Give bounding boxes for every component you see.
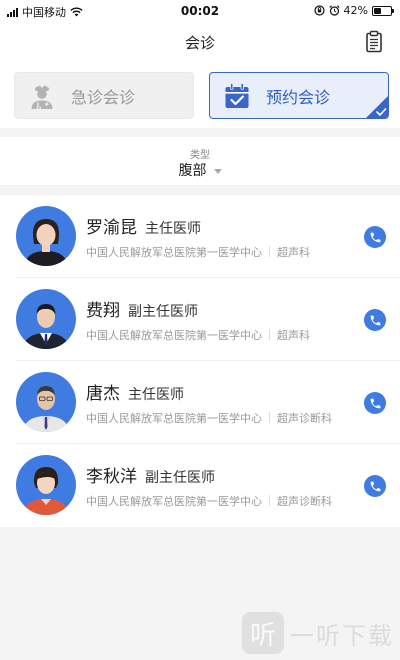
doctor-name-line: 李秋洋 副主任医师: [86, 462, 215, 487]
consult-tabs: 急诊会诊 预约会诊: [0, 62, 400, 128]
watermark-text: 一听下载: [290, 621, 394, 650]
doctor-name: 李秋洋: [86, 467, 137, 487]
call-button[interactable]: [364, 309, 386, 331]
phone-icon: [370, 232, 380, 242]
divider: [269, 412, 270, 423]
avatar: [16, 289, 76, 349]
doctor-row[interactable]: 罗渝昆 主任医师 中国人民解放军总医院第一医学中心 超声科: [16, 195, 400, 278]
doctor-row[interactable]: 唐杰 主任医师 中国人民解放军总医院第一医学中心 超声诊断科: [16, 361, 400, 444]
records-button[interactable]: [360, 28, 388, 56]
doctor-avatar-icon: [24, 219, 68, 266]
phone-icon: [370, 315, 380, 325]
tab-emergency-label: 急诊会诊: [71, 87, 136, 107]
avatar: [16, 455, 76, 515]
status-bar: 中国移动 00:02 42%: [0, 0, 400, 22]
divider: [269, 329, 270, 340]
filter-label: 类型: [190, 150, 210, 161]
tab-emergency-consult[interactable]: 急诊会诊: [14, 72, 194, 119]
doctor-title: 主任医师: [128, 387, 184, 403]
doctor-name-line: 唐杰 主任医师: [86, 379, 184, 404]
phone-icon: [370, 398, 380, 408]
avatar: [16, 372, 76, 432]
doctor-row[interactable]: 李秋洋 副主任医师 中国人民解放军总医院第一医学中心 超声诊断科: [16, 444, 400, 527]
doctor-avatar-icon: [22, 304, 70, 349]
doctor-list: 罗渝昆 主任医师 中国人民解放军总医院第一医学中心 超声科 费翔 副主任医师 中国人民…: [0, 195, 400, 527]
call-button[interactable]: [364, 392, 386, 414]
doctor-row[interactable]: 费翔 副主任医师 中国人民解放军总医院第一医学中心 超声科: [16, 278, 400, 361]
doctor-affiliation: 中国人民解放军总医院第一医学中心 超声科: [86, 244, 310, 260]
doctor-name: 罗渝昆: [86, 218, 137, 238]
doctor-department: 超声科: [277, 246, 310, 259]
doctor-name-line: 罗渝昆 主任医师: [86, 213, 201, 238]
doctor-hospital: 中国人民解放军总医院第一医学中心: [86, 246, 262, 259]
doctor-icon: [31, 84, 53, 110]
doctor-title: 副主任医师: [128, 304, 198, 320]
clipboard-icon: [366, 30, 382, 53]
doctor-name-line: 费翔 副主任医师: [86, 296, 198, 321]
doctor-title: 副主任医师: [145, 470, 215, 486]
filter-value: 腹部: [178, 163, 207, 179]
doctor-hospital: 中国人民解放军总医院第一医学中心: [86, 412, 262, 425]
doctor-title: 主任医师: [145, 221, 201, 237]
doctor-affiliation: 中国人民解放军总医院第一医学中心 超声诊断科: [86, 493, 332, 509]
doctor-avatar-icon: [22, 386, 70, 432]
doctor-avatar-icon: [22, 467, 70, 515]
battery-icon: [372, 5, 394, 16]
status-right: 42%: [313, 4, 394, 17]
selected-check-icon: [366, 96, 388, 118]
watermark: 听 一听下载: [242, 612, 394, 654]
type-filter[interactable]: 类型 腹部: [0, 137, 400, 185]
avatar: [16, 206, 76, 266]
doctor-hospital: 中国人民解放军总医院第一医学中心: [86, 329, 262, 342]
doctor-department: 超声科: [277, 329, 310, 342]
alarm-icon: [328, 5, 340, 16]
divider: [269, 246, 270, 257]
tab-appointment-consult[interactable]: 预约会诊: [209, 72, 389, 119]
battery-percent: 42%: [343, 4, 368, 17]
nav-bar: 会诊: [0, 22, 400, 62]
chevron-down-icon: [213, 168, 222, 174]
page-title: 会诊: [184, 34, 215, 52]
filter-value-wrap: 腹部: [0, 160, 400, 180]
divider: [269, 495, 270, 506]
doctor-department: 超声诊断科: [277, 495, 332, 508]
orientation-lock-icon: [313, 5, 325, 16]
doctor-affiliation: 中国人民解放军总医院第一医学中心 超声诊断科: [86, 410, 332, 426]
watermark-logo: 听: [242, 612, 284, 654]
doctor-hospital: 中国人民解放军总医院第一医学中心: [86, 495, 262, 508]
call-button[interactable]: [364, 226, 386, 248]
call-button[interactable]: [364, 475, 386, 497]
doctor-department: 超声诊断科: [277, 412, 332, 425]
doctor-affiliation: 中国人民解放军总医院第一医学中心 超声科: [86, 327, 310, 343]
doctor-name: 唐杰: [86, 384, 120, 404]
calendar-check-icon: [225, 82, 249, 108]
tab-appointment-label: 预约会诊: [266, 87, 331, 107]
doctor-name: 费翔: [86, 301, 120, 321]
phone-icon: [370, 481, 380, 491]
